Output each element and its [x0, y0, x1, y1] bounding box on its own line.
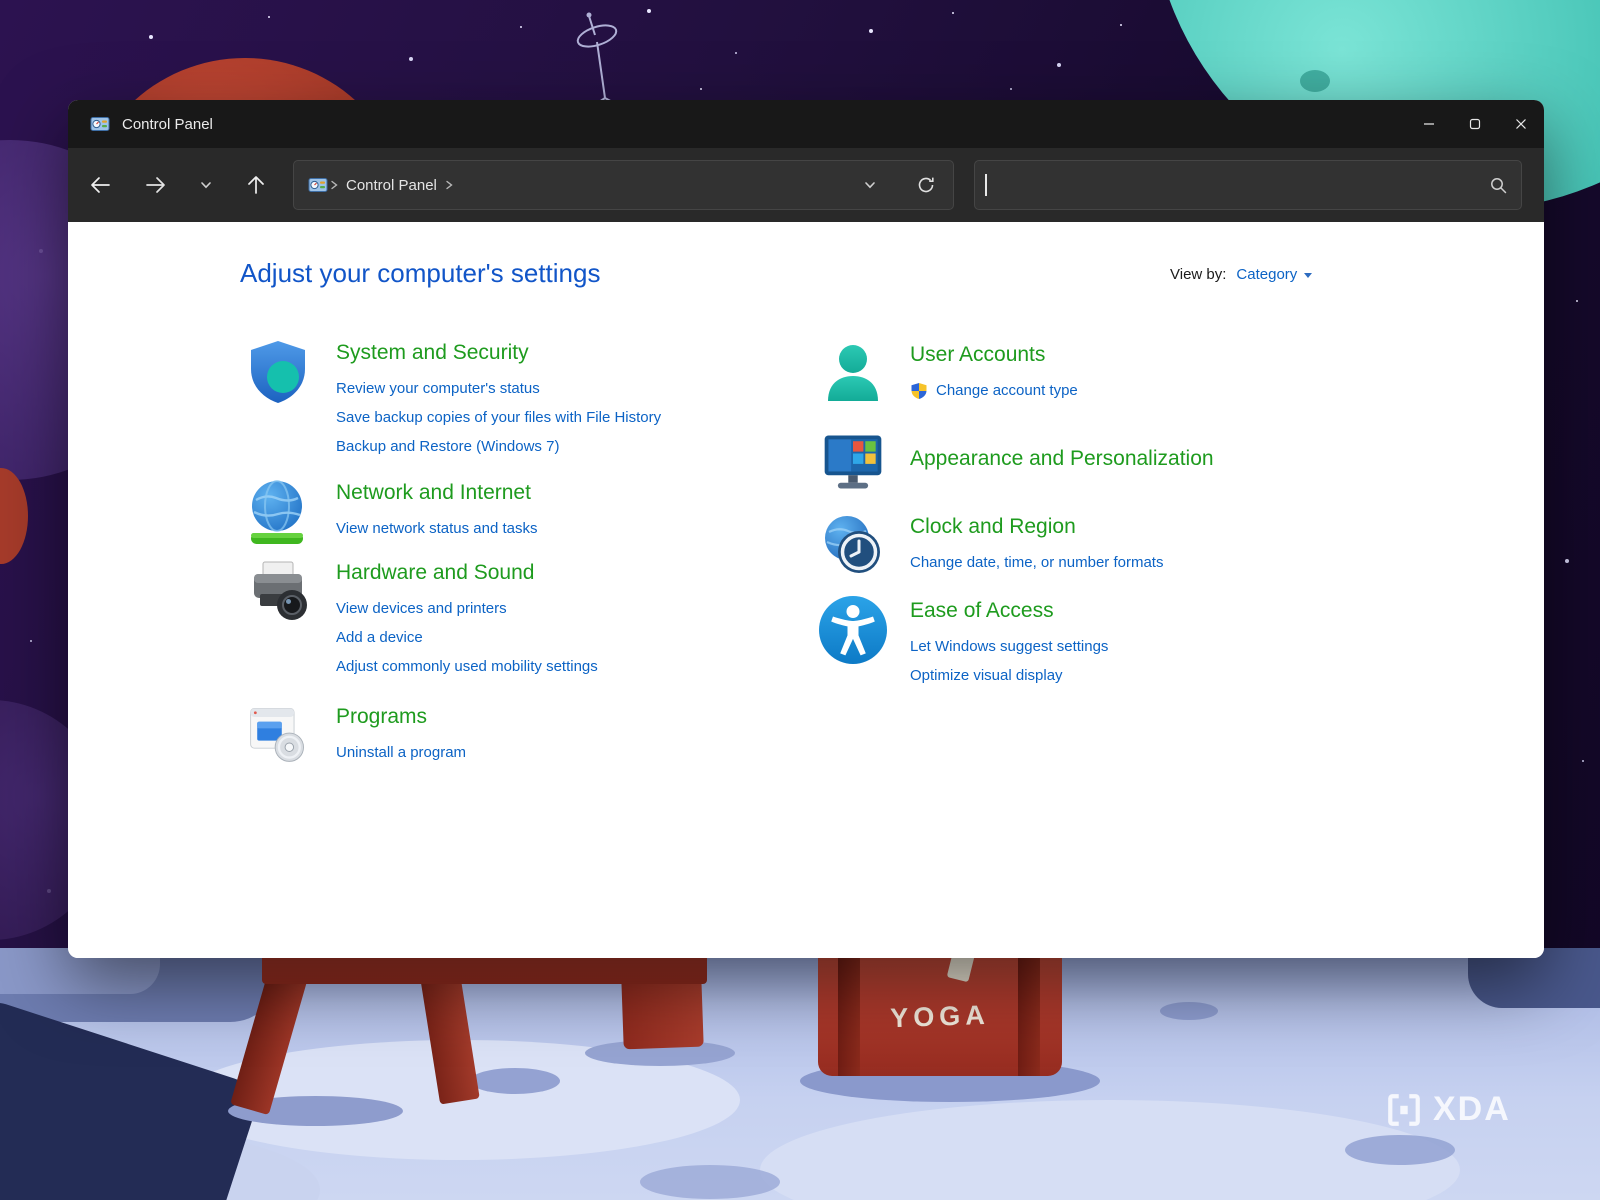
appearance-monitor-icon[interactable]	[815, 428, 890, 500]
page-title: Adjust your computer's settings	[240, 258, 600, 289]
category-title-appearance[interactable]: Appearance and Personalization	[910, 444, 1214, 474]
link-review-computer-status[interactable]: Review your computer's status	[336, 374, 661, 403]
search-icon[interactable]	[1489, 176, 1507, 194]
chevron-down-icon	[199, 178, 213, 192]
system-security-shield-icon[interactable]	[240, 336, 316, 408]
category-user-accounts: User Accounts Change account type	[815, 338, 1078, 410]
control-panel-home: Adjust your computer's settings View by:…	[68, 222, 1544, 958]
category-programs: Programs Uninstall a program	[240, 700, 466, 772]
ground-spot	[640, 1165, 780, 1199]
link-backup-restore[interactable]: Backup and Restore (Windows 7)	[336, 432, 661, 461]
link-uninstall-program[interactable]: Uninstall a program	[336, 738, 466, 767]
back-icon	[89, 174, 111, 196]
suitcase-strap	[838, 942, 860, 1076]
red-suitcase: YOGA	[818, 942, 1062, 1076]
xda-watermark: XDA	[1385, 1090, 1511, 1129]
category-hardware-and-sound: Hardware and Sound View devices and prin…	[240, 556, 598, 681]
clock-globe-icon[interactable]	[815, 510, 890, 582]
search-input[interactable]	[987, 177, 1489, 194]
navigation-toolbar: Control Panel	[68, 148, 1544, 222]
address-dropdown-button[interactable]	[853, 168, 887, 202]
up-button[interactable]	[236, 165, 276, 205]
category-system-and-security: System and Security Review your computer…	[240, 336, 661, 461]
view-by-dropdown[interactable]: Category	[1236, 266, 1312, 283]
window-controls	[1406, 100, 1544, 148]
change-account-type-row: Change account type	[910, 376, 1078, 405]
refresh-button[interactable]	[909, 168, 943, 202]
titlebar[interactable]: Control Panel	[68, 100, 1544, 148]
recent-locations-button[interactable]	[192, 165, 220, 205]
link-let-windows-suggest[interactable]: Let Windows suggest settings	[910, 632, 1108, 661]
refresh-icon	[917, 176, 935, 194]
ground-spot	[1160, 1002, 1218, 1020]
suitcase-strap	[1018, 942, 1040, 1076]
search-box[interactable]	[974, 160, 1522, 210]
red-planet-sliver	[0, 468, 28, 564]
link-add-device[interactable]: Add a device	[336, 623, 598, 652]
maximize-icon	[1469, 118, 1481, 130]
control-panel-icon[interactable]	[308, 175, 328, 195]
link-view-network-status[interactable]: View network status and tasks	[336, 514, 538, 543]
view-by-value: Category	[1236, 266, 1297, 283]
breadcrumb-item-control-panel[interactable]: Control Panel	[346, 177, 437, 194]
control-panel-icon	[90, 114, 110, 134]
chevron-down-icon	[863, 178, 877, 192]
category-clock-and-region: Clock and Region Change date, time, or n…	[815, 510, 1163, 582]
minimize-icon	[1423, 118, 1435, 130]
view-by-label: View by:	[1170, 266, 1226, 283]
category-title-programs[interactable]: Programs	[336, 702, 466, 732]
view-by-control: View by: Category	[1170, 266, 1312, 283]
xda-watermark-text: XDA	[1433, 1090, 1511, 1129]
maximize-button[interactable]	[1452, 100, 1498, 148]
stars	[0, 0, 2, 2]
window-title: Control Panel	[122, 116, 213, 133]
category-network-and-internet: Network and Internet View network status…	[240, 476, 538, 548]
suitcase-brand-label: YOGA	[890, 1000, 991, 1034]
link-change-date-time-formats[interactable]: Change date, time, or number formats	[910, 548, 1163, 577]
satellite-doodle	[535, 10, 665, 110]
breadcrumb-chevron-icon[interactable]	[328, 179, 340, 191]
desktop: YOGA XDA Control Panel	[0, 0, 1600, 1200]
up-arrow-icon	[245, 174, 267, 196]
back-button[interactable]	[80, 165, 120, 205]
category-title-network-internet[interactable]: Network and Internet	[336, 478, 538, 508]
link-view-devices-printers[interactable]: View devices and printers	[336, 594, 598, 623]
ground-spot	[1345, 1135, 1455, 1165]
category-title-clock-region[interactable]: Clock and Region	[910, 512, 1163, 542]
close-icon	[1515, 118, 1527, 130]
link-file-history[interactable]: Save backup copies of your files with Fi…	[336, 403, 661, 432]
category-title-ease-of-access[interactable]: Ease of Access	[910, 596, 1108, 626]
category-title-system-security[interactable]: System and Security	[336, 338, 661, 368]
close-button[interactable]	[1498, 100, 1544, 148]
dropdown-caret-icon	[1304, 273, 1312, 278]
user-accounts-person-icon[interactable]	[815, 338, 890, 410]
hardware-printer-icon[interactable]	[240, 556, 316, 628]
forward-button[interactable]	[136, 165, 176, 205]
control-panel-window: Control Panel	[68, 100, 1544, 958]
network-globe-icon[interactable]	[240, 476, 316, 548]
link-optimize-visual-display[interactable]: Optimize visual display	[910, 661, 1108, 690]
address-bar-actions	[853, 168, 943, 202]
category-title-user-accounts[interactable]: User Accounts	[910, 340, 1078, 370]
link-change-account-type[interactable]: Change account type	[936, 376, 1078, 405]
category-ease-of-access: Ease of Access Let Windows suggest setti…	[815, 594, 1108, 690]
ground-spot	[470, 1068, 560, 1094]
programs-window-disc-icon[interactable]	[240, 700, 316, 772]
breadcrumb-chevron-icon[interactable]	[443, 179, 455, 191]
forward-icon	[145, 174, 167, 196]
planet-crater	[1300, 70, 1330, 92]
category-appearance-personalization: Appearance and Personalization	[815, 428, 1214, 500]
minimize-button[interactable]	[1406, 100, 1452, 148]
category-title-hardware-sound[interactable]: Hardware and Sound	[336, 558, 598, 588]
address-bar[interactable]: Control Panel	[293, 160, 954, 210]
ease-of-access-person-icon[interactable]	[815, 594, 890, 666]
link-mobility-settings[interactable]: Adjust commonly used mobility settings	[336, 652, 598, 681]
xda-logo-icon	[1385, 1091, 1423, 1129]
uac-shield-icon	[910, 382, 928, 400]
